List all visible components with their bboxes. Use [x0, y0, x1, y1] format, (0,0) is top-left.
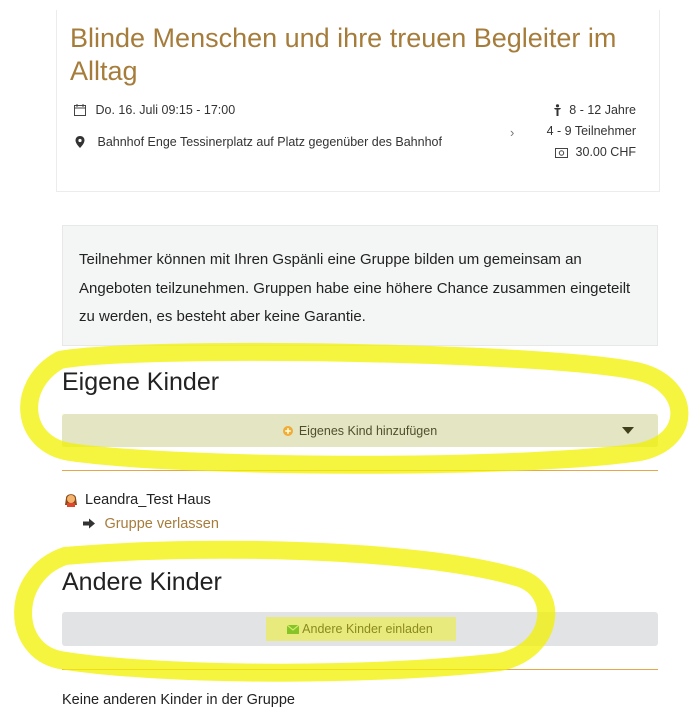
invite-others-button[interactable]: Andere Kinder einladen: [62, 612, 658, 646]
envelope-icon: [287, 624, 300, 634]
event-location: Bahnhof Enge Tessinerplatz auf Platz geg…: [97, 135, 442, 149]
plus-circle-icon: [282, 425, 293, 436]
divider-own: [62, 470, 658, 471]
member-name: Leandra_Test Haus: [85, 492, 211, 508]
map-pin-icon: [75, 136, 85, 148]
other-children-heading: Andere Kinder: [62, 568, 222, 596]
event-date-row: Do. 16. Juli 09:15 - 17:00: [74, 103, 235, 117]
event-price: 30.00 CHF: [575, 145, 636, 159]
event-title[interactable]: Blinde Menschen und ihre treuen Begleite…: [70, 22, 670, 88]
leave-group-link[interactable]: Gruppe verlassen: [83, 515, 219, 533]
event-title-line2: Alltag: [70, 56, 138, 86]
group-info-text: Teilnehmer können mit Ihren Gspänli eine…: [79, 251, 631, 325]
own-children-heading: Eigene Kinder: [62, 368, 220, 396]
caret-down-icon: [622, 427, 634, 434]
invite-others-label: Andere Kinder einladen: [302, 622, 433, 636]
add-own-child-label: Eigenes Kind hinzufügen: [298, 423, 438, 438]
member-row: Leandra_Test Haus: [63, 491, 211, 508]
money-icon: [555, 148, 569, 158]
event-date: Do. 16. Juli 09:15 - 17:00: [95, 103, 236, 117]
add-own-child-dropdown[interactable]: Eigenes Kind hinzufügen: [62, 414, 658, 447]
event-price-row: 30.00 CHF: [555, 145, 636, 159]
sign-out-icon: [83, 518, 95, 529]
chevron-right-icon[interactable]: ›: [510, 125, 514, 140]
group-info-box: Teilnehmer können mit Ihren Gspänli eine…: [62, 225, 658, 346]
leave-group-label: Gruppe verlassen: [104, 516, 219, 532]
event-participants: 4 - 9 Teilnehmer: [546, 124, 636, 138]
event-title-line1: Blinde Menschen und ihre treuen Begleite…: [70, 23, 617, 53]
event-location-row: Bahnhof Enge Tessinerplatz auf Platz geg…: [75, 135, 442, 149]
event-age-row: 8 - 12 Jahre: [553, 103, 636, 117]
event-age: 8 - 12 Jahre: [569, 103, 636, 117]
child-icon: [553, 104, 561, 116]
no-other-children-text: Keine anderen Kinder in der Gruppe: [62, 692, 295, 708]
avatar-icon: [65, 494, 77, 507]
divider-other: [62, 669, 658, 670]
calendar-icon: [74, 104, 86, 116]
